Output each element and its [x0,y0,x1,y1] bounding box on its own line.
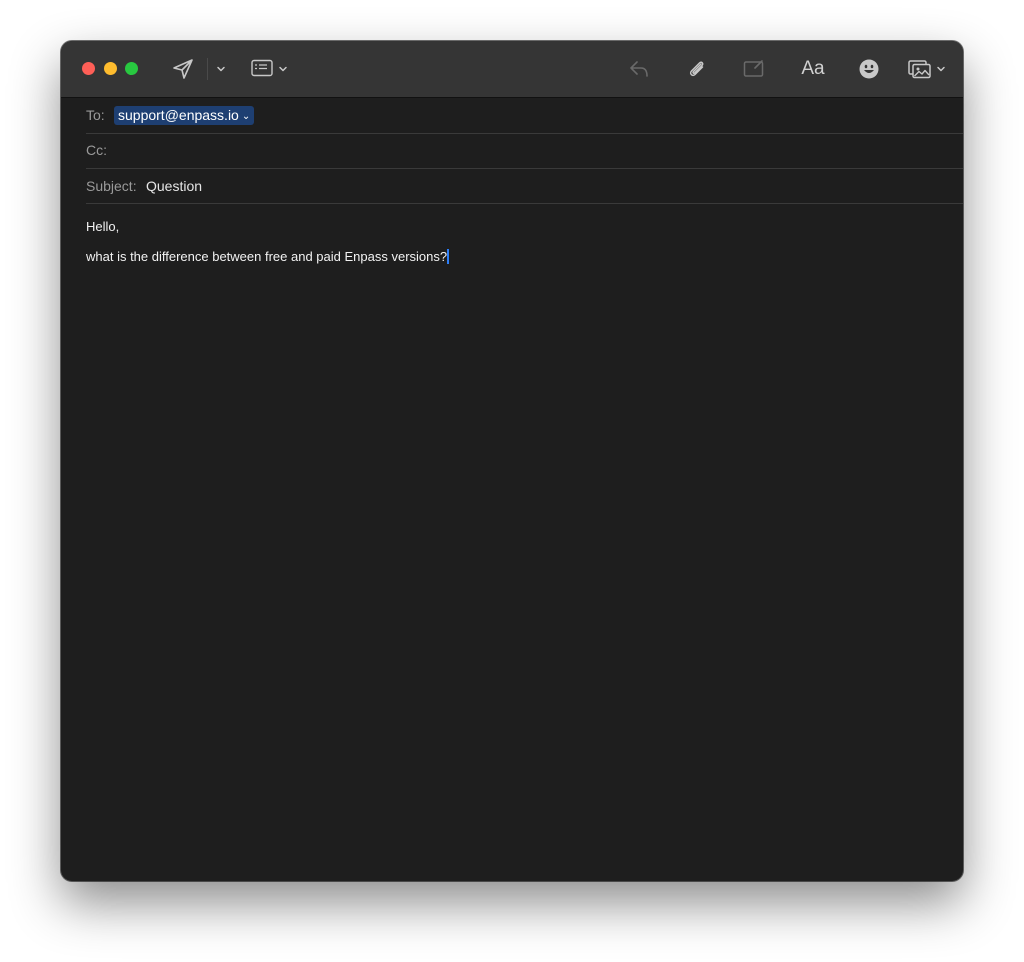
to-label: To: [86,107,105,123]
reply-icon [630,61,648,77]
minimize-button[interactable] [104,62,117,75]
photo-browser-button[interactable] [908,58,932,80]
message-body[interactable]: Hello, what is the difference between fr… [61,204,963,881]
chevron-down-icon: ⌄ [241,111,251,122]
attach-button[interactable] [686,58,708,80]
body-line: Hello, [86,219,120,234]
chevron-down-icon [937,66,945,72]
recipient-token[interactable]: support@enpass.io ⌄ [114,106,255,125]
header-fields-button[interactable] [251,59,273,77]
body-line: what is the difference between free and … [86,249,448,264]
chevron-down-icon [217,66,225,72]
subject-label: Subject: [86,178,137,194]
subject-field[interactable]: Question [146,177,202,195]
emoji-button[interactable] [858,58,880,80]
emoji-icon [859,59,879,79]
photo-browser-menu-button[interactable] [936,64,946,74]
format-button[interactable]: Aa [800,58,826,80]
paperclip-icon [689,61,704,77]
to-row: To: support@enpass.io ⌄ [86,98,963,134]
close-button[interactable] [82,62,95,75]
send-button[interactable] [172,58,194,80]
mail-compose-window: Aa To: support@enpass.io ⌄ Cc: Subject: … [61,41,963,881]
header-fields-menu-button[interactable] [278,64,288,74]
toolbar: Aa [61,41,963,98]
subject-row[interactable]: Subject: Question [86,168,963,204]
cc-row[interactable]: Cc: [86,133,963,169]
send-options-button[interactable] [216,64,226,74]
chevron-down-icon [279,66,287,72]
header-fields-icon [251,59,273,77]
send-icon [173,59,193,79]
reply-button[interactable] [628,58,650,80]
zoom-button[interactable] [125,62,138,75]
text-caret [447,249,450,264]
markup-icon [743,60,764,77]
recipient-address: support@enpass.io [118,107,239,123]
cc-label: Cc: [86,142,107,158]
body-line-with-caret: what is the difference between free and … [86,249,450,265]
toolbar-separator [207,58,208,80]
photo-browser-icon [908,60,931,79]
markup-button[interactable] [743,58,765,80]
